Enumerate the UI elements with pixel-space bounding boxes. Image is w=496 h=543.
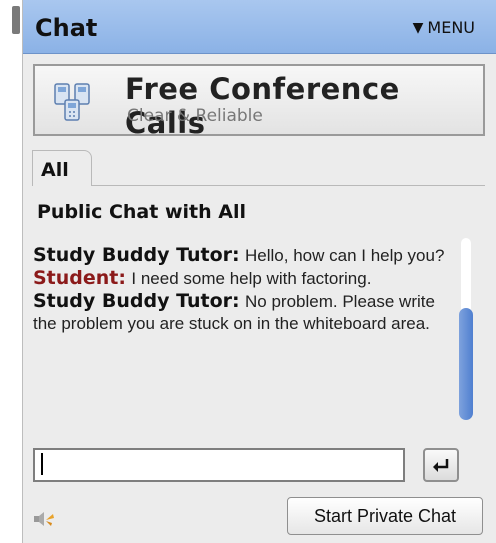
tab-divider [91,185,485,186]
panel-resize-handle[interactable] [12,6,20,34]
chat-message: Student: I need some help with factoring… [33,267,453,290]
triangle-down-icon: ▼ [412,19,424,36]
chat-title: Chat [35,14,98,42]
tab-all[interactable]: All [32,150,92,186]
message-sender: Study Buddy Tutor: [33,290,240,312]
ad-subtitle: Clear & Reliable [127,106,263,126]
text-caret [41,453,43,475]
chat-panel: Chat ▼ MENU Free Conference Calls Clear … [22,0,496,543]
enter-return-icon [433,459,449,472]
chat-heading: Public Chat with All [37,201,246,223]
message-sender: Student: [33,267,126,289]
message-text: Hello, how can I help you? [245,246,445,265]
menu-button[interactable]: ▼ MENU [413,18,475,37]
scrollbar-thumb[interactable] [459,308,473,420]
phone-network-icon [54,83,90,121]
message-sender: Study Buddy Tutor: [33,244,240,266]
ad-banner[interactable]: Free Conference Calls Clear & Reliable [33,64,485,140]
chat-title-bar: Chat ▼ MENU [23,0,496,54]
menu-label: MENU [427,18,475,37]
chat-input[interactable] [33,448,405,482]
left-edge [0,0,22,543]
message-text: I need some help with factoring. [131,269,372,288]
start-private-chat-button[interactable]: Start Private Chat [287,497,483,535]
speaker-icon[interactable] [33,510,55,528]
chat-message: Study Buddy Tutor: No problem. Please wr… [33,290,453,335]
send-button[interactable] [423,448,459,482]
chat-message: Study Buddy Tutor: Hello, how can I help… [33,244,453,267]
message-list: Study Buddy Tutor: Hello, how can I help… [33,244,453,422]
